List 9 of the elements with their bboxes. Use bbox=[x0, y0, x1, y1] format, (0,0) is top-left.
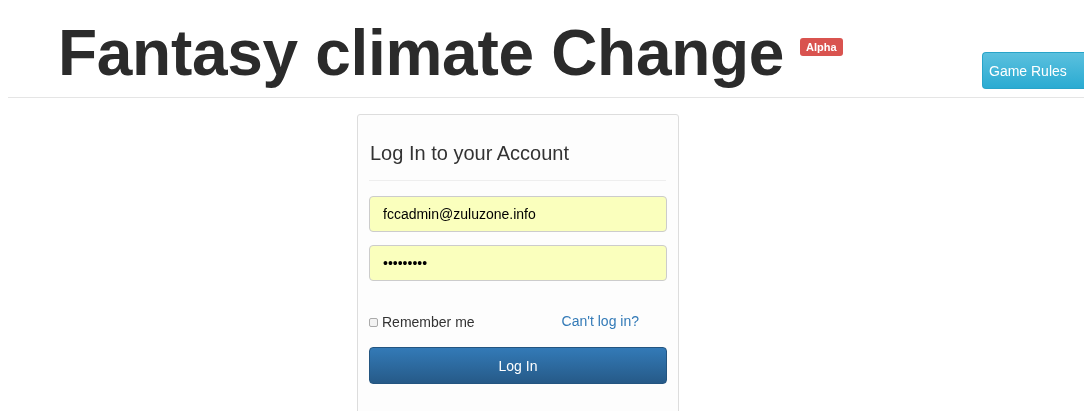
remember-checkbox[interactable] bbox=[369, 318, 378, 327]
remember-label: Remember me bbox=[382, 314, 475, 330]
page-title: Fantasy climate Change bbox=[58, 16, 785, 91]
alpha-badge: Alpha bbox=[800, 38, 843, 56]
cant-login-link[interactable]: Can't log in? bbox=[561, 313, 639, 329]
password-field[interactable]: ••••••••• bbox=[369, 245, 667, 281]
email-field[interactable]: fccadmin@zuluzone.info bbox=[369, 196, 667, 232]
login-heading: Log In to your Account bbox=[370, 141, 571, 165]
login-button[interactable]: Log In bbox=[369, 347, 667, 384]
